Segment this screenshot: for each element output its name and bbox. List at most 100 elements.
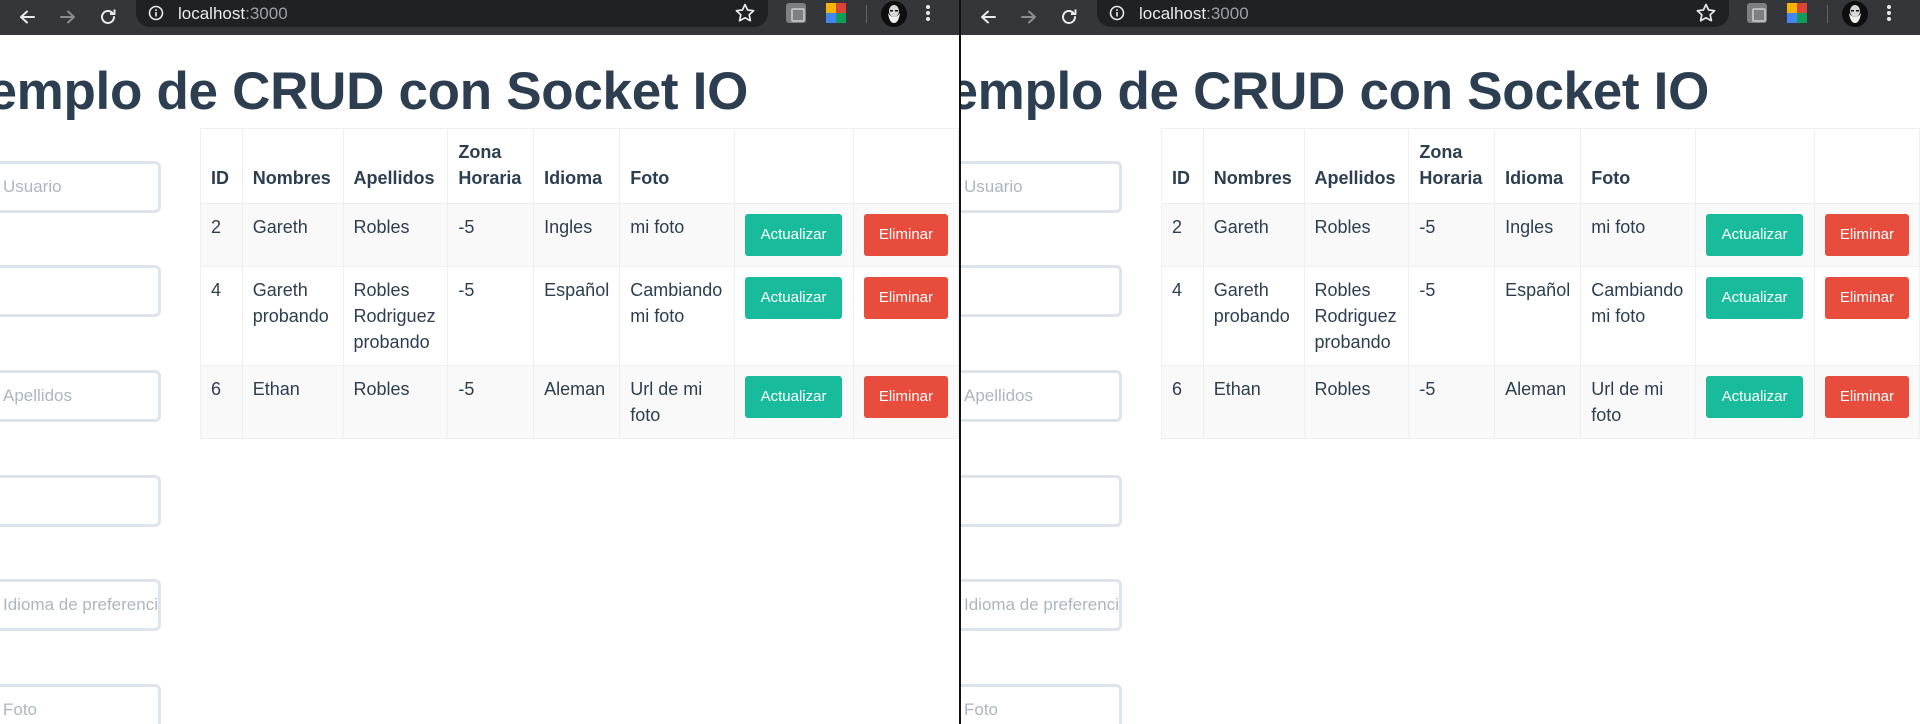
apellidos-field[interactable] — [961, 370, 1122, 422]
cell-apellidos: Robles — [1303, 365, 1410, 439]
cell-foto: mi foto — [1580, 203, 1697, 267]
star-icon[interactable] — [734, 2, 756, 29]
avatar[interactable] — [1842, 1, 1868, 27]
reload-icon[interactable] — [1055, 3, 1083, 31]
actualizar-button[interactable]: Actualizar — [745, 214, 843, 256]
cell-id: 4 — [200, 266, 243, 366]
page-title: Ejemplo de CRUD con Socket IO — [961, 62, 1710, 121]
zona-horaria-field[interactable] — [961, 475, 1122, 527]
page-content: Ejemplo de CRUD con Socket IO ID Nombres… — [0, 35, 959, 724]
table-row: 4 Gareth probando Robles Rodriguez proba… — [1161, 266, 1920, 366]
browser-toolbar: localhost:3000 — [961, 0, 1920, 35]
cell-zona-horaria: -5 — [1408, 203, 1496, 267]
extension-icon[interactable] — [786, 3, 806, 23]
header-foto: Foto — [1580, 128, 1697, 204]
cell-eliminar: Eliminar — [852, 365, 959, 439]
eliminar-button[interactable]: Eliminar — [1824, 376, 1909, 418]
actualizar-button[interactable]: Actualizar — [745, 376, 843, 418]
url-text: localhost:3000 — [178, 4, 288, 23]
browser-toolbar: localhost:3000 — [0, 0, 959, 35]
info-icon[interactable] — [148, 5, 164, 26]
cell-idioma: Aleman — [1494, 365, 1582, 439]
cell-nombres: Ethan — [1202, 365, 1305, 439]
header-id: ID — [1161, 128, 1204, 204]
address-bar[interactable]: localhost:3000 — [1097, 0, 1729, 27]
nombres-field[interactable] — [961, 265, 1122, 317]
page-content: Ejemplo de CRUD con Socket IO ID Nombres… — [961, 35, 1920, 724]
info-icon[interactable] — [1109, 5, 1125, 26]
header-nombres: Nombres — [241, 128, 344, 204]
address-bar[interactable]: localhost:3000 — [136, 0, 768, 27]
eliminar-button[interactable]: Eliminar — [863, 214, 948, 256]
header-idioma: Idioma — [1494, 128, 1582, 204]
cell-actualizar: Actualizar — [1695, 266, 1815, 366]
cell-zona-horaria: -5 — [1408, 266, 1496, 366]
foto-field[interactable] — [961, 684, 1122, 724]
back-arrow-icon[interactable] — [974, 3, 1002, 31]
cell-foto: Cambiando mi foto — [1580, 266, 1697, 366]
actualizar-button[interactable]: Actualizar — [1706, 376, 1804, 418]
cell-nombres: Gareth probando — [241, 266, 344, 366]
eliminar-button[interactable]: Eliminar — [1824, 277, 1909, 319]
star-icon[interactable] — [1695, 2, 1717, 29]
apellidos-field[interactable] — [0, 370, 161, 422]
cell-nombres: Gareth — [241, 203, 344, 267]
cell-id: 6 — [1161, 365, 1204, 439]
cell-nombres: Gareth — [1202, 203, 1305, 267]
eliminar-button[interactable]: Eliminar — [863, 376, 948, 418]
foto-field[interactable] — [0, 684, 161, 724]
nombres-field[interactable] — [0, 265, 161, 317]
cell-actualizar: Actualizar — [1695, 203, 1815, 267]
actualizar-button[interactable]: Actualizar — [1706, 277, 1804, 319]
cell-apellidos: Robles — [342, 365, 449, 439]
cell-eliminar: Eliminar — [1813, 266, 1920, 366]
color-extension-icon[interactable] — [1787, 3, 1807, 23]
menu-icon[interactable] — [924, 2, 932, 29]
back-arrow-icon[interactable] — [13, 3, 41, 31]
zona-horaria-field[interactable] — [0, 475, 161, 527]
header-zona-horaria: Zona Horaria — [1408, 128, 1496, 204]
actualizar-button[interactable]: Actualizar — [745, 277, 843, 319]
cell-zona-horaria: -5 — [447, 365, 535, 439]
cell-id: 4 — [1161, 266, 1204, 366]
cell-foto: Url de mi foto — [619, 365, 736, 439]
actualizar-button[interactable]: Actualizar — [1706, 214, 1804, 256]
header-apellidos: Apellidos — [1303, 128, 1410, 204]
eliminar-button[interactable]: Eliminar — [1824, 214, 1909, 256]
cell-id: 2 — [1161, 203, 1204, 267]
table-row: 2 Gareth Robles -5 Ingles mi foto Actual… — [1161, 203, 1920, 267]
color-extension-icon[interactable] — [826, 3, 846, 23]
cell-eliminar: Eliminar — [1813, 365, 1920, 439]
cell-zona-horaria: -5 — [1408, 365, 1496, 439]
cell-zona-horaria: -5 — [447, 266, 535, 366]
eliminar-button[interactable]: Eliminar — [863, 277, 948, 319]
cell-idioma: Español — [1494, 266, 1582, 366]
usuario-field[interactable] — [0, 161, 161, 213]
idioma-field[interactable] — [961, 579, 1122, 631]
forward-arrow-icon[interactable] — [54, 3, 82, 31]
extension-icon[interactable] — [1747, 3, 1767, 23]
header-zona-horaria: Zona Horaria — [447, 128, 535, 204]
cell-nombres: Ethan — [241, 365, 344, 439]
cell-idioma: Aleman — [533, 365, 621, 439]
header-foto: Foto — [619, 128, 736, 204]
browser-window-right: localhost:3000 Ejemplo de CRUD con Socke… — [961, 0, 1920, 724]
idioma-field[interactable] — [0, 579, 161, 631]
header-eliminar — [852, 128, 959, 204]
menu-icon[interactable] — [1885, 2, 1893, 29]
usuario-field[interactable] — [961, 161, 1122, 213]
table-row: 6 Ethan Robles -5 Aleman Url de mi foto … — [200, 365, 959, 439]
header-apellidos: Apellidos — [342, 128, 449, 204]
header-eliminar — [1813, 128, 1920, 204]
url-text: localhost:3000 — [1139, 4, 1249, 23]
reload-icon[interactable] — [94, 3, 122, 31]
cell-actualizar: Actualizar — [1695, 365, 1815, 439]
table-header-row: ID Nombres Apellidos Zona Horaria Idioma… — [1161, 128, 1920, 204]
toolbar-separator — [866, 5, 867, 23]
cell-idioma: Ingles — [533, 203, 621, 267]
forward-arrow-icon[interactable] — [1015, 3, 1043, 31]
cell-actualizar: Actualizar — [734, 365, 854, 439]
avatar[interactable] — [881, 1, 907, 27]
header-actualizar — [1695, 128, 1815, 204]
header-id: ID — [200, 128, 243, 204]
